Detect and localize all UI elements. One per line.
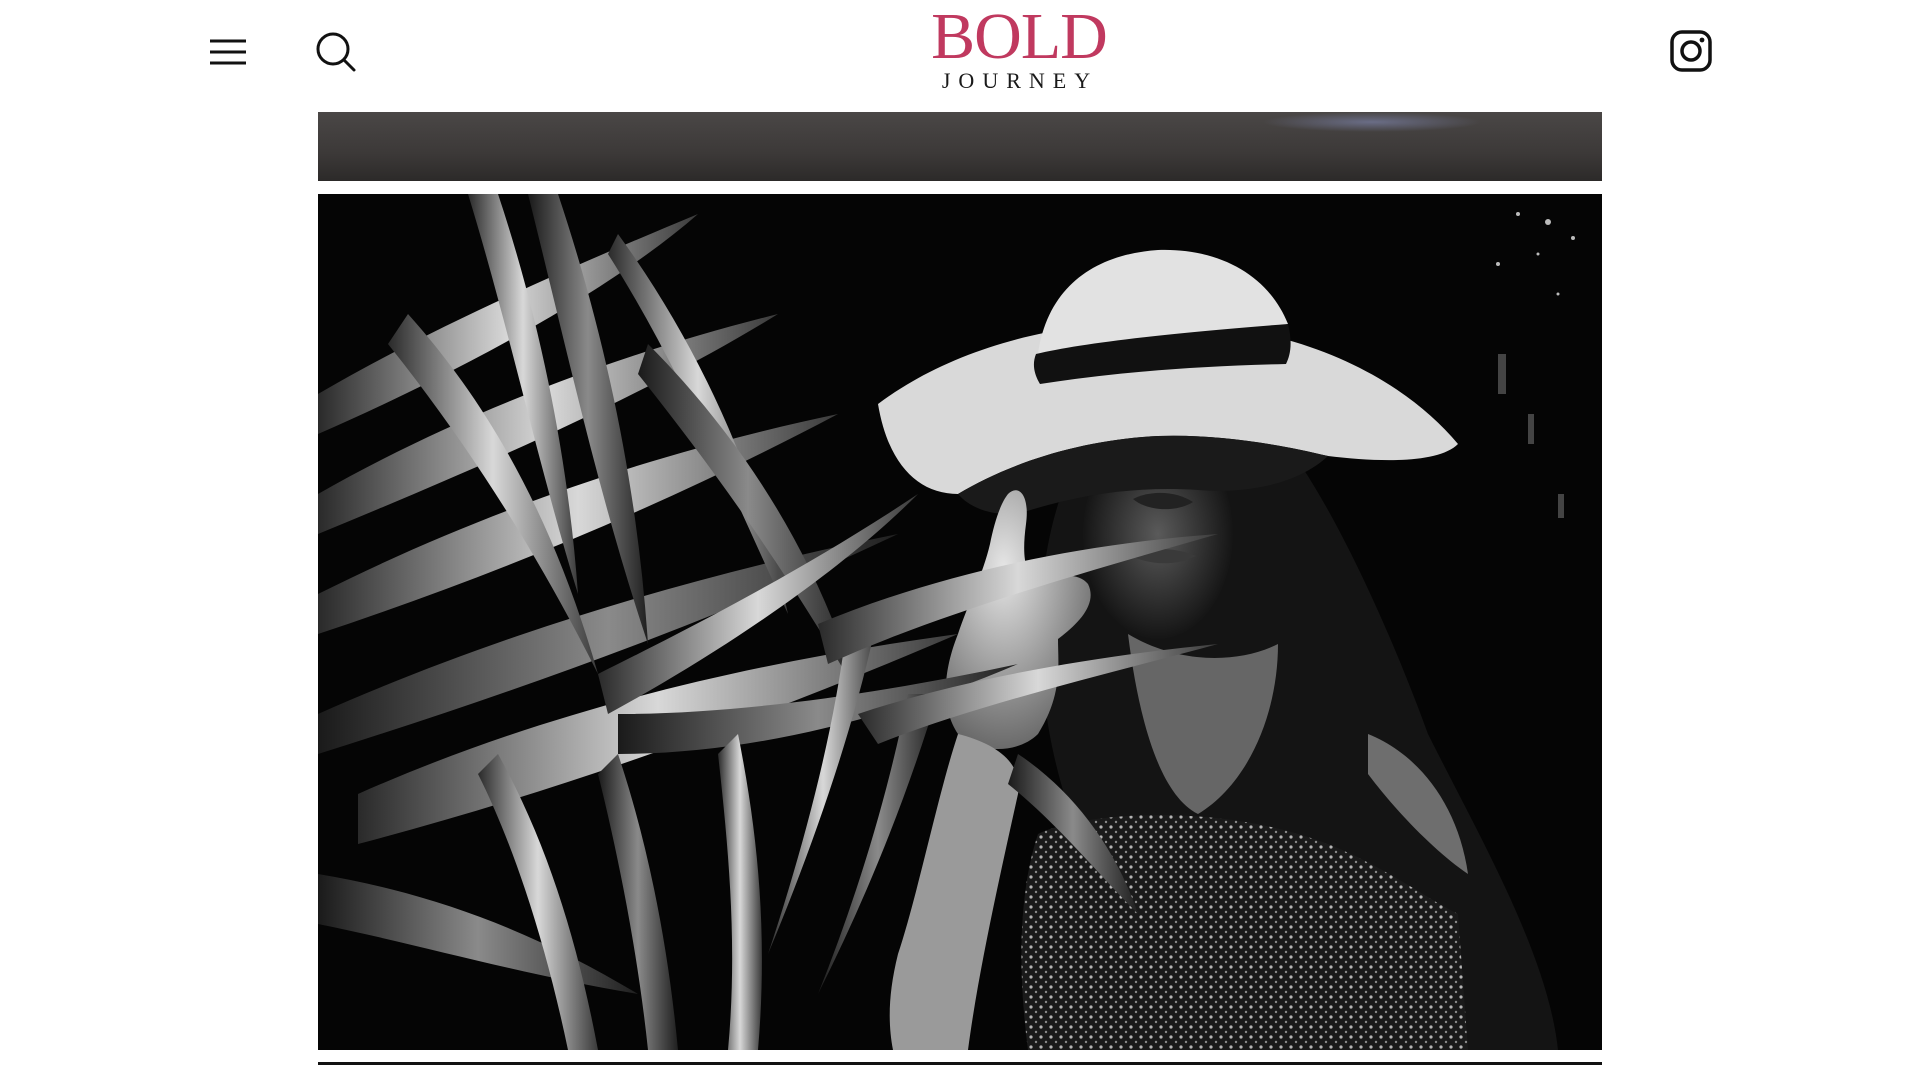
woman-in-sun-hat-photo	[318, 194, 1602, 1050]
instagram-link[interactable]	[1668, 28, 1714, 74]
search-icon	[316, 32, 356, 72]
menu-button[interactable]	[206, 32, 250, 72]
search-button[interactable]	[314, 30, 358, 74]
logo-journey-text: JOURNEY	[941, 68, 1099, 93]
photo-illustration	[318, 194, 1602, 1050]
instagram-icon	[1670, 30, 1712, 72]
site-logo[interactable]: BOLD JOURNEY	[910, 4, 1120, 94]
logo-bold-text: BOLD	[931, 0, 1108, 73]
hamburger-menu-icon	[210, 39, 246, 65]
site-header: BOLD JOURNEY	[0, 0, 1920, 112]
previous-photo-partial	[318, 112, 1602, 181]
